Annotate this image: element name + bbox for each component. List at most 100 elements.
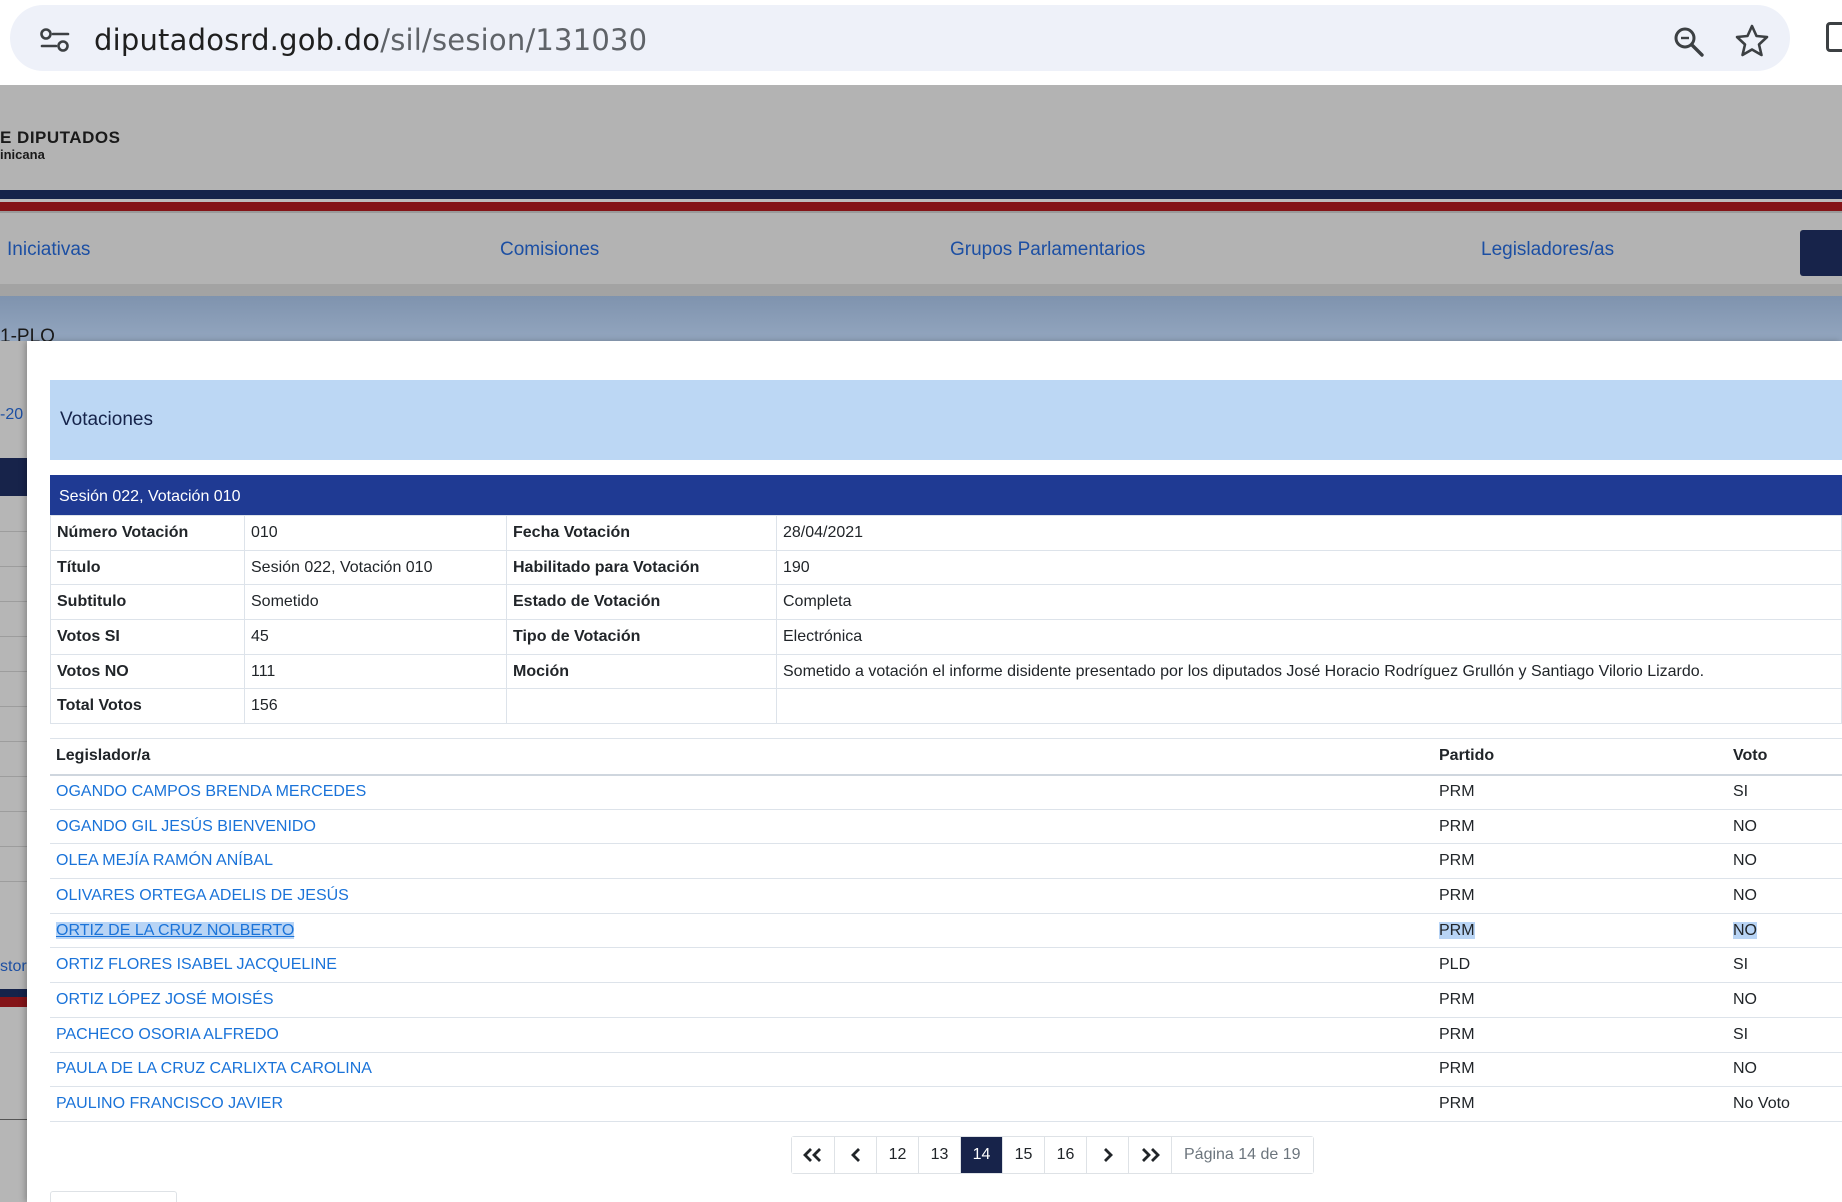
legislator-link[interactable]: PAULA DE LA CRUZ CARLIXTA CAROLINA xyxy=(56,1060,372,1077)
detail-label: Fecha Votación xyxy=(506,515,777,551)
legislator-cell: ORTIZ LÓPEZ JOSÉ MOISÉS xyxy=(50,982,1433,1018)
legislator-cell: PACHECO OSORIA ALFREDO xyxy=(50,1017,1433,1053)
legislator-link[interactable]: OGANDO CAMPOS BRENDA MERCEDES xyxy=(56,783,366,800)
side-panel-icon[interactable] xyxy=(1826,22,1842,52)
detail-label: Estado de Votación xyxy=(506,584,777,621)
party-value: PLD xyxy=(1439,956,1471,974)
pagination: 12 13 14 15 16 Página 14 de 19 xyxy=(791,1136,1314,1174)
vote-cell: NO xyxy=(1727,843,1842,880)
votaciones-modal: Votaciones Sesión 022, Votación 010 Núme… xyxy=(27,341,1842,1202)
legislator-link[interactable]: ORTIZ FLORES ISABEL JACQUELINE xyxy=(56,956,337,973)
double-chevron-right-icon xyxy=(1142,1148,1160,1162)
flag-stripe-red xyxy=(0,202,1842,211)
table-row: PAULA DE LA CRUZ CARLIXTA CAROLINA PRM NO xyxy=(50,1052,1842,1088)
vote-value: SI xyxy=(1733,1025,1749,1043)
detail-value xyxy=(776,688,1842,725)
party-value: PRM xyxy=(1439,921,1475,939)
party-value: PRM xyxy=(1439,817,1475,835)
last-page-button[interactable] xyxy=(1129,1137,1172,1173)
legislator-link[interactable]: OLEA MEJÍA RAMÓN ANÍBAL xyxy=(56,852,273,869)
nav-grupos-parlamentarios[interactable]: Grupos Parlamentarios xyxy=(950,239,1145,261)
nav-comisiones[interactable]: Comisiones xyxy=(500,239,599,261)
background-text-fragment: stori xyxy=(0,958,31,975)
legislator-cell: OLEA MEJÍA RAMÓN ANÍBAL xyxy=(50,843,1433,880)
legislator-link[interactable]: PACHECO OSORIA ALFREDO xyxy=(56,1026,279,1043)
nav-legisladores[interactable]: Legisladores/as xyxy=(1481,239,1614,261)
page-title-band: 1-PLO xyxy=(0,296,1842,347)
vote-value: SI xyxy=(1733,783,1749,801)
detail-label: Habilitado para Votación xyxy=(506,549,777,586)
address-bar[interactable]: diputadosrd.gob.do/sil/sesion/131030 xyxy=(10,5,1790,71)
background-divider xyxy=(0,671,27,672)
vote-details-table: Número Votación 010 Fecha Votación 28/04/20… xyxy=(50,515,1842,725)
page-14-button[interactable]: 14 xyxy=(961,1137,1003,1173)
url-domain: diputadosrd.gob.do xyxy=(94,23,381,57)
detail-row: Total Votos 156 xyxy=(50,688,1842,725)
legislator-cell: OGANDO CAMPOS BRENDA MERCEDES xyxy=(50,774,1433,810)
party-value: PRM xyxy=(1439,1060,1475,1078)
main-nav: Iniciativas Comisiones Grupos Parlamenta… xyxy=(0,211,1842,284)
vote-value: SI xyxy=(1733,956,1749,974)
zoom-icon[interactable] xyxy=(1672,25,1706,59)
detail-label: Votos SI xyxy=(50,619,245,655)
site-logo-text: E DIPUTADOS xyxy=(0,128,121,147)
nav-action-button[interactable] xyxy=(1800,230,1842,276)
page-12-button[interactable]: 12 xyxy=(877,1137,919,1173)
vote-value: No Voto xyxy=(1733,1095,1790,1113)
background-divider xyxy=(0,706,27,707)
legislator-link[interactable]: OLIVARES ORTEGA ADELIS DE JESÚS xyxy=(56,887,349,904)
vote-value: NO xyxy=(1733,1060,1757,1078)
table-row: ORTIZ LÓPEZ JOSÉ MOISÉS PRM NO xyxy=(50,982,1842,1018)
chevron-left-icon xyxy=(850,1148,860,1162)
party-cell: PRM xyxy=(1433,843,1727,880)
previous-page-button[interactable] xyxy=(835,1137,877,1173)
party-cell: PRM xyxy=(1433,1086,1727,1122)
background-divider xyxy=(0,846,27,847)
background-divider xyxy=(0,741,27,742)
vote-column-header: Voto xyxy=(1727,738,1842,776)
detail-label: Número Votación xyxy=(50,515,245,551)
legislator-link[interactable]: ORTIZ DE LA CRUZ NOLBERTO xyxy=(56,921,295,939)
url-text[interactable]: diputadosrd.gob.do/sil/sesion/131030 xyxy=(94,23,647,57)
detail-value: 28/04/2021 xyxy=(776,515,1842,551)
background-text-fragment: -20 xyxy=(0,406,24,423)
nav-iniciativas[interactable]: Iniciativas xyxy=(7,239,90,261)
background-bar xyxy=(0,458,27,496)
vote-value: NO xyxy=(1733,921,1757,939)
party-value: PRM xyxy=(1439,852,1475,870)
detail-value: Completa xyxy=(776,584,1842,621)
vote-value: NO xyxy=(1733,817,1757,835)
modal-footer-button[interactable] xyxy=(50,1191,177,1202)
site-settings-icon[interactable] xyxy=(38,27,72,53)
page-info: Página 14 de 19 xyxy=(1172,1137,1313,1173)
party-value: PRM xyxy=(1439,886,1475,904)
vote-cell: SI xyxy=(1727,774,1842,810)
vote-cell: NO xyxy=(1727,913,1842,949)
detail-label: Título xyxy=(50,549,245,586)
legislator-link[interactable]: OGANDO GIL JESÚS BIENVENIDO xyxy=(56,818,316,835)
page-13-button[interactable]: 13 xyxy=(919,1137,961,1173)
background-divider xyxy=(0,636,27,637)
table-header-row: Legislador/a Partido Voto xyxy=(50,738,1842,776)
detail-value: 156 xyxy=(244,688,507,725)
double-chevron-left-icon xyxy=(803,1148,821,1162)
bookmark-star-icon[interactable] xyxy=(1734,23,1770,59)
session-header: Sesión 022, Votación 010 xyxy=(50,475,1842,515)
next-page-button[interactable] xyxy=(1087,1137,1129,1173)
site-logo-subtitle: inicana xyxy=(0,147,45,162)
detail-value: 45 xyxy=(244,619,507,655)
detail-row: Subtitulo Sometido Estado de Votación Compl… xyxy=(50,584,1842,621)
legislator-link[interactable]: ORTIZ LÓPEZ JOSÉ MOISÉS xyxy=(56,991,274,1008)
first-page-button[interactable] xyxy=(792,1137,835,1173)
background-stripe-red xyxy=(0,997,27,1007)
legislator-link[interactable]: PAULINO FRANCISCO JAVIER xyxy=(56,1095,283,1112)
legislator-column-header: Legislador/a xyxy=(50,738,1433,776)
party-cell: PRM xyxy=(1433,1052,1727,1088)
page-15-button[interactable]: 15 xyxy=(1003,1137,1045,1173)
detail-value: Sometido xyxy=(244,584,507,621)
party-cell: PRM xyxy=(1433,913,1727,949)
detail-value: 010 xyxy=(244,515,507,551)
detail-label xyxy=(506,688,777,725)
page-16-button[interactable]: 16 xyxy=(1045,1137,1087,1173)
party-value: PRM xyxy=(1439,990,1475,1008)
